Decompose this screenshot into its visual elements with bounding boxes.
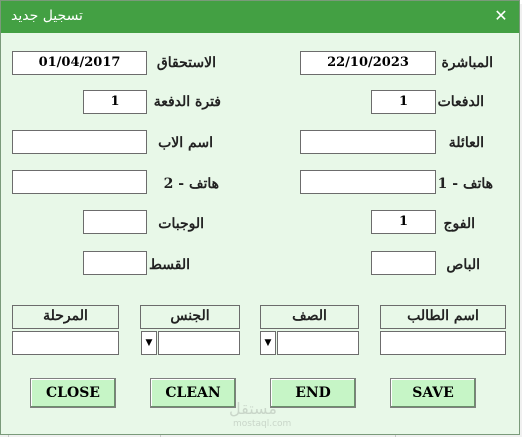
meals-field[interactable]	[83, 210, 147, 234]
father-name-field[interactable]	[12, 130, 147, 154]
title-bar[interactable]: تسجيل جديد ✕	[1, 1, 519, 33]
clean-button[interactable]: CLEAN	[150, 378, 236, 408]
phone2-field[interactable]	[12, 170, 147, 194]
start-date-field[interactable]: 22/10/2023	[300, 51, 436, 75]
family-field[interactable]	[300, 130, 436, 154]
due-date-field[interactable]: 01/04/2017	[12, 51, 147, 75]
payment-period-label: فترة الدفعة	[153, 94, 221, 110]
stage-header: المرحلة	[12, 305, 119, 329]
dialog-window: تسجيل جديد ✕ 22/10/2023 المباشرة 01/04/2…	[0, 0, 520, 435]
stage-input[interactable]	[12, 331, 119, 355]
meals-label: الوجبات	[158, 216, 204, 232]
bus-field[interactable]	[371, 251, 436, 275]
chevron-down-icon: ▼	[145, 338, 153, 348]
family-label: العائلة	[448, 135, 484, 151]
start-date-label: المباشرة	[441, 55, 493, 71]
payments-field[interactable]: 1	[371, 90, 436, 114]
phone2-label: هاتف - 2	[163, 176, 219, 192]
phone1-label: هاتف - 1	[437, 176, 493, 192]
father-name-label: اسم الاب	[158, 135, 213, 151]
close-icon[interactable]: ✕	[491, 6, 511, 26]
save-button[interactable]: SAVE	[390, 378, 476, 408]
student-name-input[interactable]	[380, 331, 506, 355]
phone1-field[interactable]	[300, 170, 436, 194]
bus-label: الباص	[446, 257, 480, 273]
installment-label: القسط	[148, 257, 190, 273]
chevron-down-icon: ▼	[264, 338, 272, 348]
gender-dropdown-button[interactable]: ▼	[141, 331, 157, 355]
group-field[interactable]: 1	[371, 210, 436, 234]
watermark-logo: مستقل	[229, 399, 277, 418]
gender-select[interactable]	[158, 331, 240, 355]
payments-label: الدفعات	[437, 94, 484, 110]
installment-field[interactable]	[83, 251, 147, 275]
payment-period-field[interactable]: 1	[83, 90, 147, 114]
gender-header: الجنس	[140, 305, 240, 329]
end-button[interactable]: END	[270, 378, 356, 408]
close-button[interactable]: CLOSE	[30, 378, 116, 408]
class-dropdown-button[interactable]: ▼	[260, 331, 276, 355]
due-date-label: الاستحقاق	[156, 55, 216, 71]
group-label: الفوج	[443, 216, 475, 232]
class-select[interactable]	[277, 331, 359, 355]
dialog-title: تسجيل جديد	[11, 8, 83, 24]
watermark-url: mostaql.com	[233, 419, 292, 429]
student-name-header: اسم الطالب	[380, 305, 506, 329]
class-header: الصف	[260, 305, 359, 329]
